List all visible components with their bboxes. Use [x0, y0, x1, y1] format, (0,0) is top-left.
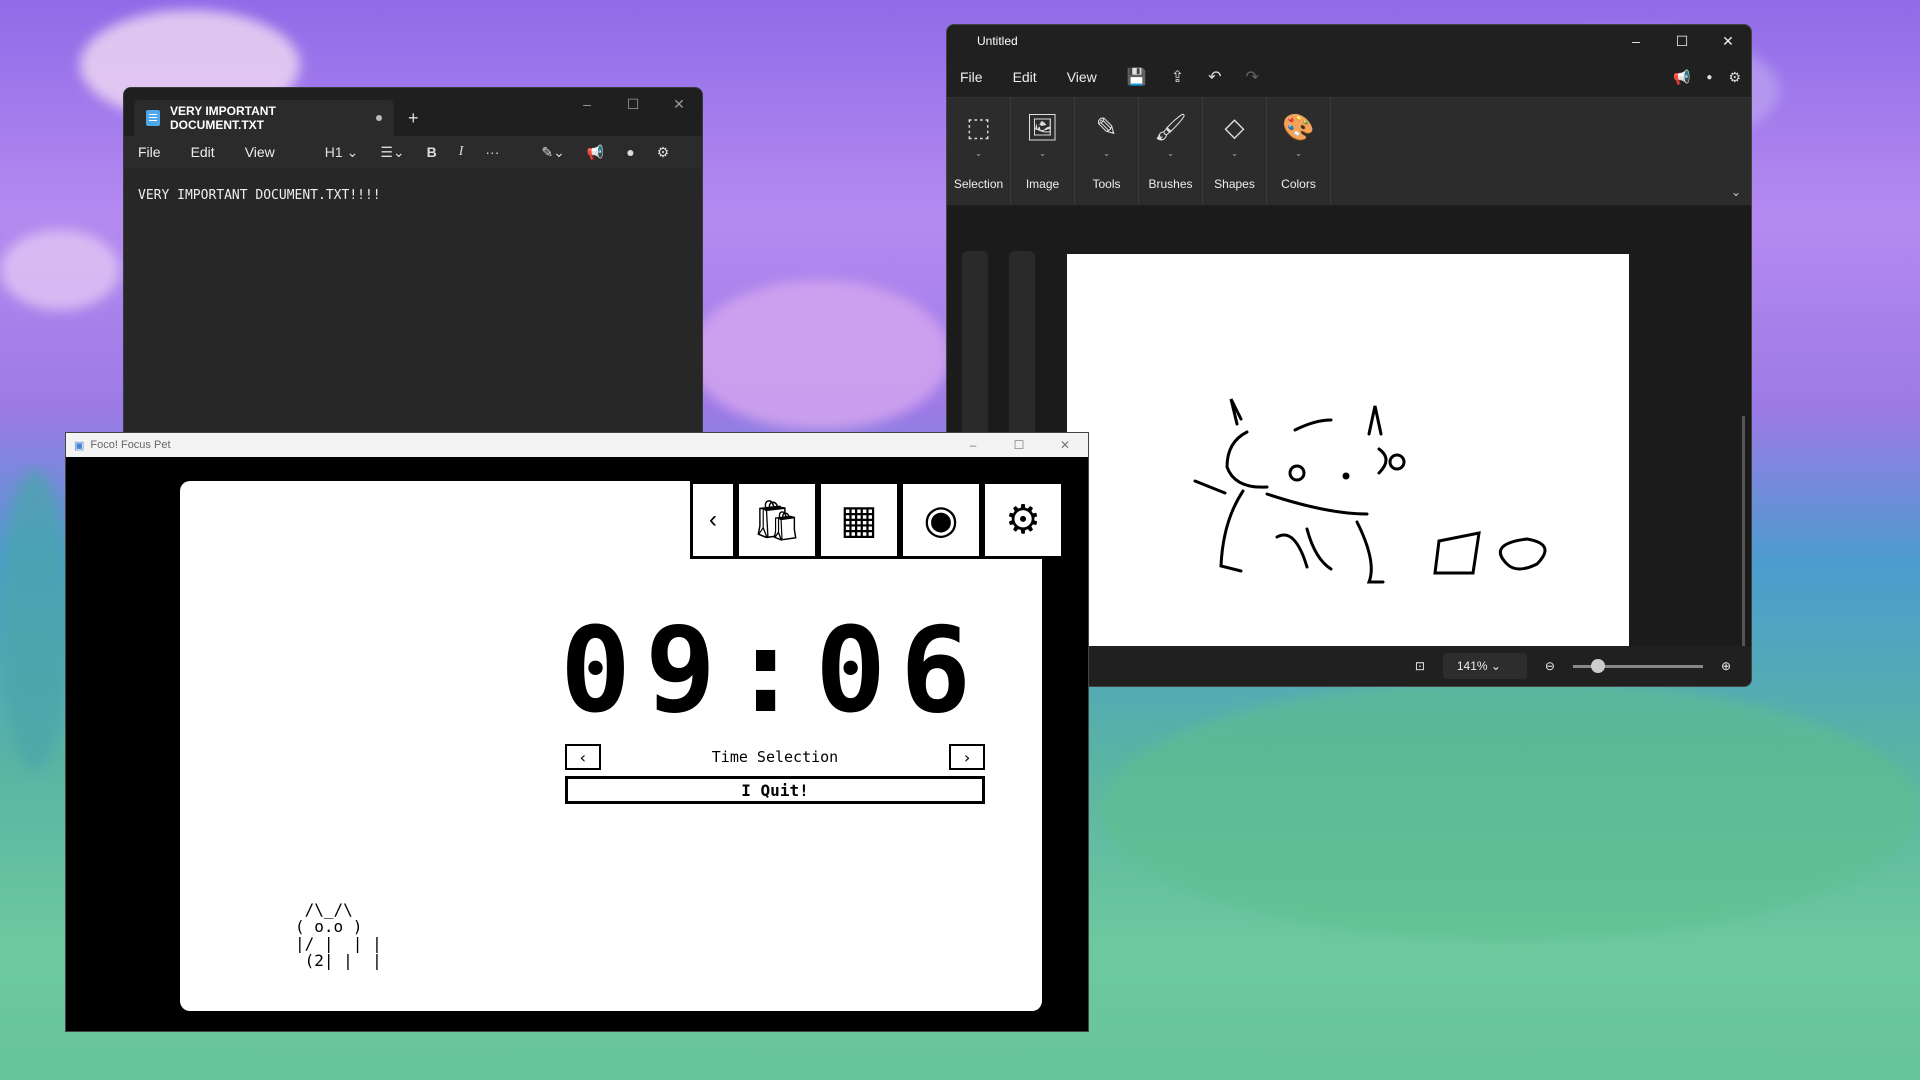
fit-screen-icon[interactable]: ⊡: [1415, 659, 1425, 673]
menu-edit[interactable]: Edit: [191, 144, 215, 160]
minimize-button[interactable]: –: [564, 88, 610, 120]
ribbon-colors[interactable]: 🎨 ⌄ Colors: [1267, 98, 1331, 205]
ribbon-selection[interactable]: ⬚ ⌄ Selection: [947, 98, 1011, 205]
time-next-button[interactable]: ›: [949, 744, 985, 770]
menu-view[interactable]: View: [1067, 69, 1097, 85]
chevron-down-icon: ⌄: [1102, 148, 1111, 158]
feedback-icon[interactable]: 📢: [1673, 69, 1690, 86]
save-icon[interactable]: 💾: [1127, 67, 1147, 87]
ribbon-label: Selection: [953, 177, 1004, 191]
zoom-slider[interactable]: [1572, 658, 1703, 673]
ribbon-shapes[interactable]: ◇ ⌄ Shapes: [1203, 98, 1267, 205]
menu-view[interactable]: View: [245, 144, 275, 160]
cat-drawing: [1193, 398, 1547, 584]
expand-ribbon-icon[interactable]: ⌄: [1731, 185, 1741, 199]
ribbon-tools[interactable]: ✎ ⌄ Tools: [1075, 98, 1139, 205]
heading-label: H1: [324, 143, 343, 160]
notepad-icon: [146, 110, 160, 126]
close-button[interactable]: ✕: [1705, 25, 1751, 57]
new-tab-button[interactable]: +: [408, 108, 419, 129]
timer-display: 09:06: [560, 601, 986, 739]
zoom-in-icon[interactable]: ⊕: [1721, 659, 1731, 673]
settings-gear-icon[interactable]: ⚙: [982, 481, 1064, 559]
time-prev-button[interactable]: ‹: [565, 744, 601, 770]
share-icon[interactable]: ⇪: [1171, 67, 1184, 87]
menu-file[interactable]: File: [138, 144, 161, 160]
bold-button[interactable]: B: [427, 144, 437, 160]
paint-menubar: File Edit View 💾 ⇪ ↶ ↷ 📢 ● ⚙: [947, 57, 1751, 97]
tab-document[interactable]: VERY IMPORTANT DOCUMENT.TXT: [134, 100, 394, 136]
menu-file[interactable]: File: [960, 69, 983, 85]
ribbon-label: Brushes: [1148, 177, 1193, 191]
unsaved-dot-icon: [376, 115, 382, 121]
minimize-button[interactable]: –: [950, 433, 996, 457]
drawing-canvas[interactable]: [1067, 254, 1629, 650]
focus-screen: ‹ 🛍 ▦ ◉ ⚙ 09:06 ‹ Time Selection › I Qui…: [180, 481, 1064, 1011]
copilot-icon[interactable]: ✎⌄: [541, 144, 564, 161]
cat-number: 2: [314, 951, 324, 970]
ribbon-label: Shapes: [1214, 177, 1255, 191]
ribbon-label: Colors: [1281, 177, 1316, 191]
notepad-titlebar[interactable]: VERY IMPORTANT DOCUMENT.TXT + – ☐ ✕: [124, 88, 702, 136]
account-icon[interactable]: ●: [626, 144, 634, 160]
ribbon: ⬚ ⌄ Selection 🖼 ⌄ Image ✎ ⌄ Tools 🖌 ⌄ Brushes ◇ ⌄…: [947, 97, 1751, 205]
zoom-slider-thumb[interactable]: [1590, 658, 1605, 673]
settings-icon[interactable]: ⚙: [657, 144, 670, 161]
pet-cat: /\_/\ ( o.o ) |/ | | | (2| | |: [295, 900, 382, 970]
window-title: Foco! Focus Pet: [90, 439, 171, 451]
chevron-down-icon: ⌄: [1230, 148, 1239, 158]
ribbon-label: Tools: [1092, 177, 1121, 191]
chevron-down-icon: ⌄: [1294, 148, 1303, 158]
minimize-button[interactable]: –: [1613, 25, 1659, 57]
notepad-text-area[interactable]: VERY IMPORTANT DOCUMENT.TXT!!!!: [124, 168, 702, 223]
chevron-down-icon: ⌄: [974, 148, 983, 158]
notepad-window[interactable]: VERY IMPORTANT DOCUMENT.TXT + – ☐ ✕ File…: [123, 87, 703, 452]
music-record-icon[interactable]: ◉: [900, 481, 982, 559]
maximize-button[interactable]: ☐: [1659, 25, 1705, 57]
collapse-arrow-button[interactable]: ‹: [690, 481, 736, 559]
tab-label: VERY IMPORTANT DOCUMENT.TXT: [170, 104, 276, 132]
notepad-menubar: File Edit View H1 ⌄ ☰⌄ B I ··· ✎⌄ 📢 ● ⚙: [124, 136, 702, 168]
quit-button[interactable]: I Quit!: [565, 776, 985, 804]
zoom-out-icon[interactable]: ⊖: [1545, 659, 1555, 673]
shop-bag-icon[interactable]: 🛍: [736, 481, 818, 559]
focus-titlebar[interactable]: ▣ Foco! Focus Pet – ☐ ✕: [66, 433, 1088, 457]
maximize-button[interactable]: ☐: [996, 433, 1042, 457]
zoom-value: 141%: [1456, 659, 1488, 673]
menu-edit[interactable]: Edit: [1013, 69, 1037, 85]
brush-size-slider[interactable]: [962, 251, 988, 451]
window-title: Untitled: [977, 34, 1018, 48]
settings-icon[interactable]: ⚙: [1728, 69, 1741, 86]
time-selection: ‹ Time Selection ›: [565, 743, 985, 771]
gallery-icon[interactable]: ▦: [818, 481, 900, 559]
more-button[interactable]: ···: [485, 144, 499, 160]
time-selection-label: Time Selection: [711, 748, 839, 766]
paint-titlebar[interactable]: Untitled – ☐ ✕: [947, 25, 1751, 57]
ribbon-label: Image: [1025, 177, 1060, 191]
chevron-down-icon: ⌄: [1038, 148, 1047, 158]
focus-pet-window[interactable]: ▣ Foco! Focus Pet – ☐ ✕ ‹ 🛍 ▦ ◉ ⚙ 09:06 …: [65, 432, 1089, 1032]
document-text: VERY IMPORTANT DOCUMENT.TXT!!!!: [138, 188, 381, 203]
zoom-dropdown[interactable]: 141% ⌄: [1442, 653, 1527, 679]
close-button[interactable]: ✕: [1042, 433, 1088, 457]
redo-icon[interactable]: ↷: [1246, 67, 1259, 87]
opacity-slider[interactable]: [1009, 251, 1035, 451]
undo-icon[interactable]: ↶: [1208, 67, 1221, 87]
italic-button[interactable]: I: [459, 144, 464, 160]
ribbon-image[interactable]: 🖼 ⌄ Image: [1011, 98, 1075, 205]
ribbon-brushes[interactable]: 🖌 ⌄ Brushes: [1139, 98, 1203, 205]
feedback-icon[interactable]: 📢: [587, 144, 604, 161]
maximize-button[interactable]: ☐: [610, 88, 656, 120]
heading-dropdown[interactable]: H1 ⌄: [325, 144, 359, 161]
focus-toolbar: ‹ 🛍 ▦ ◉ ⚙: [690, 481, 1064, 559]
account-icon[interactable]: ●: [1706, 72, 1712, 83]
chevron-down-icon: ⌄: [1166, 148, 1175, 158]
close-button[interactable]: ✕: [656, 88, 702, 120]
app-icon: ▣: [74, 439, 85, 452]
list-dropdown-icon[interactable]: ☰⌄: [380, 144, 404, 161]
